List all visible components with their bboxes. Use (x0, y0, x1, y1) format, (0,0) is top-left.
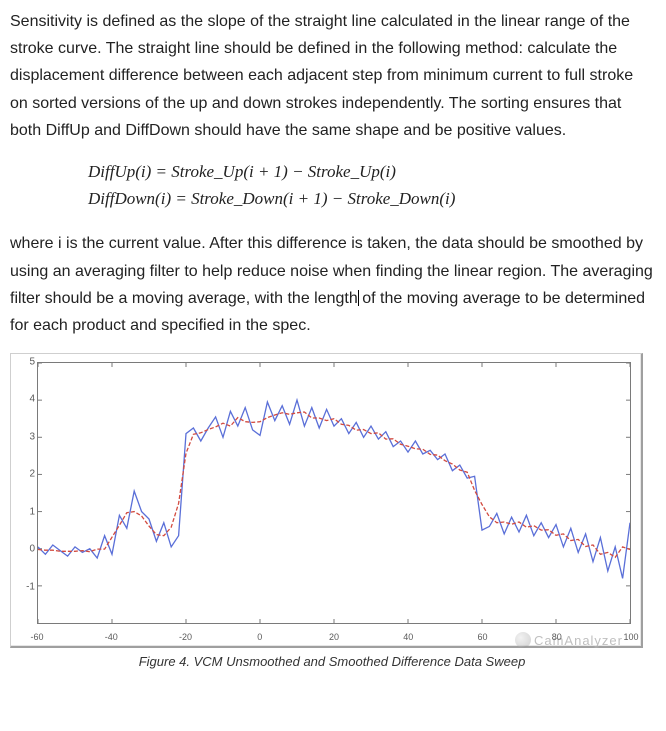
x-tick-label: 40 (403, 632, 413, 642)
y-tick-label: 4 (25, 394, 35, 405)
y-tick-label: 5 (25, 357, 35, 368)
x-tick-label: 20 (329, 632, 339, 642)
y-tick-label: -1 (25, 581, 35, 592)
series-unsmoothed (38, 400, 630, 578)
y-tick-label: 0 (25, 544, 35, 555)
equation-diffdown: DiffDown(i) = Stroke_Down(i + 1) − Strok… (88, 185, 654, 212)
y-tick-label: 1 (25, 506, 35, 517)
x-tick-label: 0 (257, 632, 262, 642)
series-smoothed (38, 412, 630, 557)
plot-area (37, 362, 631, 624)
equation-diffup: DiffUp(i) = Stroke_Up(i + 1) − Stroke_Up… (88, 158, 654, 185)
watermark-text: CamAnalyzer (534, 633, 623, 648)
paragraph-2: where i is the current value. After this… (10, 230, 654, 339)
chart-svg (38, 363, 630, 623)
x-tick-label: 80 (552, 632, 562, 642)
x-tick-label: 60 (477, 632, 487, 642)
figure-caption: Figure 4. VCM Unsmoothed and Smoothed Di… (10, 654, 654, 669)
x-tick-label: -60 (30, 632, 43, 642)
equations-block: DiffUp(i) = Stroke_Up(i + 1) − Stroke_Up… (10, 158, 654, 212)
paragraph-1: Sensitivity is defined as the slope of t… (10, 8, 654, 144)
x-tick-label: -20 (179, 632, 192, 642)
watermark-icon (515, 632, 531, 648)
y-tick-label: 2 (25, 469, 35, 480)
watermark: CamAnalyzer (515, 632, 623, 648)
plot-frame: CamAnalyzer -60 -40 -20 0 20 40 60 80 100 -1 0 1 2 3 4… (10, 353, 643, 648)
x-tick-label: -40 (105, 632, 118, 642)
y-tick-label: 3 (25, 431, 35, 442)
figure-4: CamAnalyzer -60 -40 -20 0 20 40 60 80 100 -1 0 1 2 3 4… (10, 353, 654, 669)
x-tick-label: 100 (623, 632, 638, 642)
